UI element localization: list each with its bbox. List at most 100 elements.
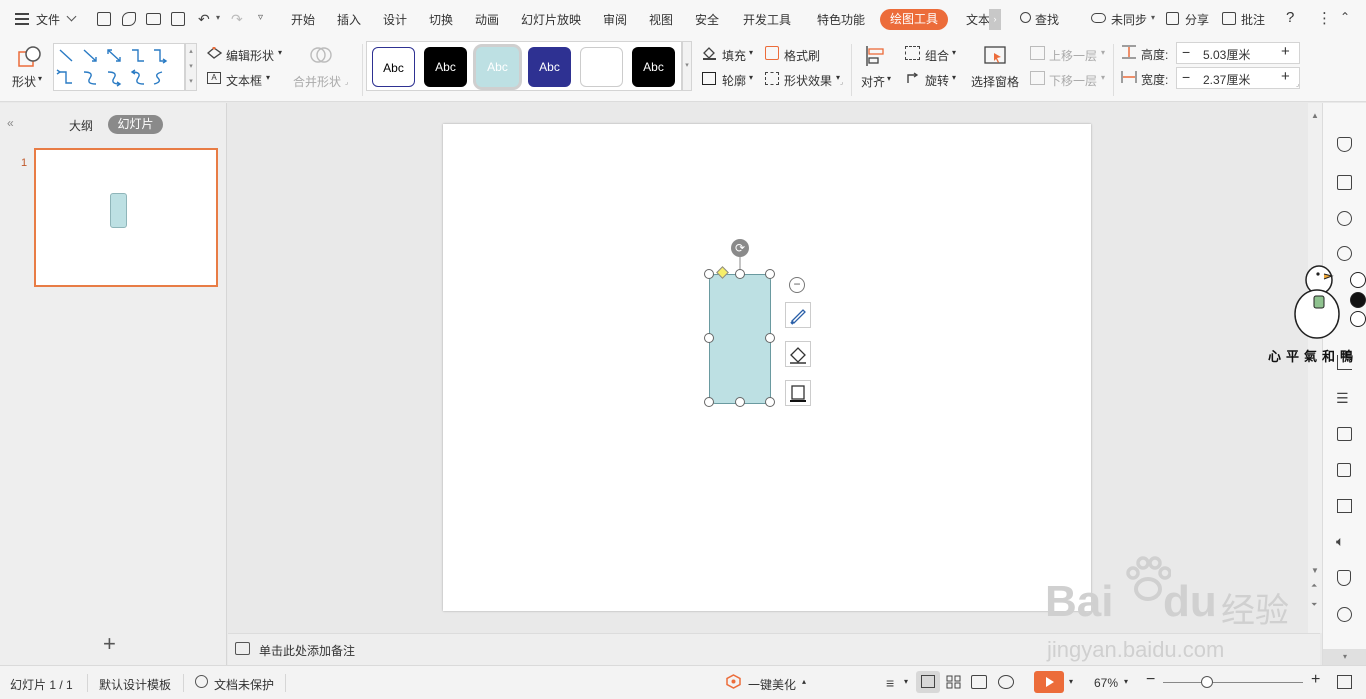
fit-window-icon[interactable] [1337, 675, 1352, 689]
edit-shape-icon[interactable] [206, 46, 223, 59]
chevron-down-icon[interactable]: ▾ [216, 13, 220, 22]
style-black-2[interactable]: Abc [632, 47, 675, 87]
copy-icon[interactable] [1337, 175, 1352, 190]
rotate-handle-icon[interactable]: ⟳ [731, 239, 749, 257]
zoom-slider-thumb[interactable] [1201, 676, 1213, 688]
comment-icon[interactable] [1222, 12, 1236, 25]
text-box-icon[interactable]: A [207, 72, 221, 84]
beautify-icon[interactable] [726, 674, 741, 689]
image-icon[interactable] [1337, 427, 1352, 441]
shield-icon[interactable] [1337, 570, 1351, 586]
zoom-level[interactable]: 67% [1094, 676, 1118, 690]
print-icon[interactable] [146, 13, 161, 25]
scroll-up-icon[interactable]: ▲ [1311, 111, 1319, 120]
tab-home[interactable]: 开始 [291, 11, 315, 28]
chevron-down-icon[interactable]: ▾ [1124, 677, 1128, 686]
file-menu[interactable]: 文件 [36, 11, 60, 28]
tab-transition[interactable]: 切换 [429, 11, 453, 28]
comment-button[interactable]: 批注 [1241, 11, 1265, 28]
document-protection[interactable]: 文档未保护 [214, 676, 274, 693]
export-icon[interactable] [122, 12, 136, 26]
vertical-scrollbar[interactable]: ▲ ▼ ⏶ ⏷ [1308, 103, 1322, 633]
resize-handle-bl[interactable] [704, 397, 714, 407]
tab-slides[interactable]: 幻灯片 [108, 115, 163, 134]
share-button[interactable]: 分享 [1185, 11, 1209, 28]
style-gallery-scroll[interactable]: ▾ [682, 41, 692, 91]
customize-toolbar-icon[interactable]: ▿ [258, 12, 263, 23]
tabs-scroll-right-icon[interactable]: › [989, 9, 1001, 30]
tab-insert[interactable]: 插入 [337, 11, 361, 28]
history-icon[interactable] [1337, 607, 1352, 622]
next-slide-icon[interactable]: ⏷ [1311, 600, 1317, 610]
resize-handle-tr[interactable] [765, 269, 775, 279]
archive-icon[interactable] [1337, 499, 1352, 513]
tab-security[interactable]: 安全 [695, 11, 719, 28]
shape-icon[interactable] [18, 46, 42, 68]
undo-icon[interactable]: ↶ [198, 11, 210, 28]
save-icon[interactable] [97, 12, 111, 26]
normal-view-icon[interactable] [916, 671, 940, 693]
tab-design[interactable]: 设计 [383, 11, 407, 28]
collapse-ribbon-icon[interactable]: ⌃ [1340, 10, 1350, 24]
style-navy[interactable]: Abc [528, 47, 571, 87]
resize-handle-ml[interactable] [704, 333, 714, 343]
tab-text[interactable]: 文本 [966, 11, 990, 28]
sync-status[interactable]: 未同步 [1111, 11, 1147, 28]
style-light-teal-selected[interactable]: Abc [476, 47, 519, 87]
gallery-scroll[interactable]: ▴ ▾ ▾ [185, 43, 197, 91]
add-slide-button[interactable]: + [103, 631, 116, 657]
reading-view-icon[interactable] [971, 675, 987, 689]
collapse-pane-icon[interactable]: « [7, 116, 14, 130]
style-white-outline[interactable]: Abc [372, 47, 415, 87]
connector-gallery[interactable] [53, 43, 185, 91]
collapse-float-toolbar-icon[interactable]: − [789, 277, 805, 293]
hamburger-menu-icon[interactable] [15, 13, 29, 25]
share-out-icon[interactable] [1337, 463, 1351, 477]
style-white-plain[interactable] [580, 47, 623, 87]
prev-slide-icon[interactable]: ⏶ [1311, 581, 1317, 591]
chevron-down-icon[interactable]: ▾ [266, 73, 270, 82]
resize-handle-br[interactable] [765, 397, 775, 407]
tab-drawing-tools[interactable]: 绘图工具 [880, 9, 948, 30]
notes-placeholder[interactable]: 单击此处添加备注 [259, 642, 355, 659]
style-black[interactable]: Abc [424, 47, 467, 87]
text-box-button[interactable]: 文本框 [226, 72, 262, 89]
shape-button[interactable]: 形状 [12, 73, 36, 90]
speaker-icon[interactable]: 🔈︎ [1336, 533, 1344, 550]
slide-thumbnail[interactable] [34, 148, 218, 287]
cloud-icon[interactable] [1091, 13, 1106, 23]
tab-view[interactable]: 视图 [649, 11, 673, 28]
shapes-icon[interactable] [1337, 211, 1352, 226]
zoom-in-button[interactable]: + [1311, 671, 1320, 689]
tab-developer[interactable]: 开发工具 [743, 11, 791, 28]
resize-handle-mr[interactable] [765, 333, 775, 343]
dialog-launcher-icon[interactable]: ⌟ [345, 78, 348, 86]
chevron-down-icon[interactable]: ▾ [38, 74, 42, 83]
play-slideshow-button[interactable] [1034, 671, 1064, 693]
search-icon[interactable] [1020, 12, 1031, 23]
one-click-beautify[interactable]: 一键美化 [748, 676, 796, 693]
tab-animation[interactable]: 动画 [475, 11, 499, 28]
tab-special[interactable]: 特色功能 [817, 11, 865, 28]
resize-handle-bc[interactable] [735, 397, 745, 407]
edit-shape-button[interactable]: 编辑形状 [226, 47, 274, 64]
chevron-down-icon[interactable]: ▾ [278, 48, 282, 57]
zoom-out-button[interactable]: − [1146, 671, 1155, 689]
tab-review[interactable]: 审阅 [603, 11, 627, 28]
scroll-down-icon[interactable]: ▼ [1311, 566, 1319, 575]
float-style-button[interactable] [785, 302, 811, 328]
selected-rounded-rectangle[interactable] [700, 235, 790, 415]
redo-icon[interactable]: ↷ [231, 11, 243, 28]
share-icon[interactable] [1166, 12, 1179, 25]
resize-handle-tc[interactable] [735, 269, 745, 279]
chevron-down-icon[interactable] [66, 11, 77, 22]
notes-area[interactable]: 单击此处添加备注 [228, 633, 1320, 665]
print-preview-icon[interactable] [171, 12, 185, 26]
more-icon[interactable]: ⋮ [1317, 9, 1332, 27]
chevron-down-icon[interactable]: ▾ [904, 677, 908, 686]
expand-sidebar-icon[interactable]: ▾ [1323, 649, 1366, 665]
notes-toggle-icon[interactable]: ≡ [886, 675, 894, 691]
design-template[interactable]: 默认设计模板 [99, 676, 171, 693]
tab-slideshow[interactable]: 幻灯片放映 [521, 11, 581, 28]
resize-handle-tl[interactable] [704, 269, 714, 279]
